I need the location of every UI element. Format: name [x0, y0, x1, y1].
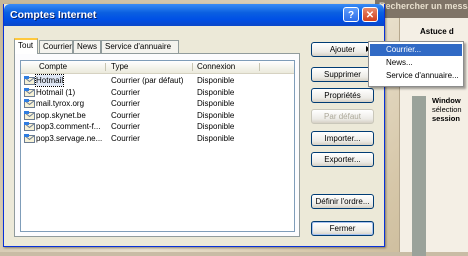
account-connection: Disponible	[197, 110, 235, 120]
import-button[interactable]: Importer...	[311, 131, 374, 146]
internet-accounts-dialog: Comptes Internet ? ✕ Tout Courrier News …	[3, 4, 385, 247]
account-connection: Disponible	[197, 76, 235, 85]
accounts-list[interactable]: Compte Type Connexion Hotmail Courrier (p…	[20, 60, 295, 232]
account-type: Courrier	[111, 110, 140, 120]
account-type: Courrier	[111, 133, 140, 143]
list-header: Compte Type Connexion	[21, 61, 294, 74]
set-order-button[interactable]: Définir l'ordre...	[311, 194, 374, 209]
remove-button[interactable]: Supprimer	[311, 67, 374, 82]
mail-account-icon	[24, 133, 35, 143]
add-button[interactable]: Ajouter	[311, 42, 374, 57]
account-connection: Disponible	[197, 99, 235, 108]
tab-news[interactable]: News	[73, 40, 101, 53]
properties-button[interactable]: Propriétés	[311, 88, 374, 103]
account-type: Courrier	[111, 122, 140, 131]
mail-account-icon	[24, 122, 35, 131]
account-connection: Disponible	[197, 133, 235, 143]
tip-bar	[412, 96, 426, 256]
dialog-title: Comptes Internet	[10, 9, 97, 21]
column-account[interactable]: Compte	[39, 62, 67, 71]
dialog-titlebar[interactable]: Comptes Internet ? ✕	[4, 4, 384, 26]
account-connection: Disponible	[197, 122, 235, 131]
account-name: pop.skynet.be	[36, 110, 86, 120]
account-name: Hotmail (1)	[36, 87, 76, 97]
tab-mail[interactable]: Courrier	[39, 40, 73, 53]
table-row[interactable]: pop3.comment-f... Courrier Disponible	[22, 121, 293, 132]
export-button[interactable]: Exporter...	[311, 152, 374, 167]
mail-account-icon	[24, 87, 35, 97]
account-name: pop3.comment-f...	[36, 122, 101, 131]
tip-text: Window sélection session	[432, 96, 462, 123]
tab-directory-service[interactable]: Service d'annuaire	[101, 40, 179, 53]
table-row[interactable]: mail.tyrox.org Courrier Disponible	[22, 98, 293, 109]
account-type: Courrier	[111, 87, 140, 97]
menu-item-directory-service[interactable]: Service d'annuaire...	[370, 70, 462, 82]
column-connection[interactable]: Connexion	[197, 62, 235, 71]
mail-account-icon	[24, 99, 35, 108]
account-name: mail.tyrox.org	[36, 99, 85, 108]
account-name: pop3.servage.ne...	[36, 133, 103, 143]
table-row[interactable]: Hotmail (1) Courrier Disponible	[22, 87, 293, 98]
close-icon[interactable]: ✕	[362, 7, 378, 22]
menu-item-mail[interactable]: Courrier...	[370, 44, 462, 56]
account-connection: Disponible	[197, 87, 235, 97]
menu-item-news[interactable]: News...	[370, 57, 462, 69]
column-type[interactable]: Type	[111, 62, 128, 71]
account-name: Hotmail	[34, 74, 65, 87]
tip-title: Astuce d	[420, 27, 454, 36]
set-default-button[interactable]: Par défaut	[311, 109, 374, 124]
table-row[interactable]: Hotmail Courrier (par défaut) Disponible	[22, 74, 293, 87]
help-icon[interactable]: ?	[343, 7, 359, 22]
table-row[interactable]: pop.skynet.be Courrier Disponible	[22, 110, 293, 121]
add-dropdown-menu: Courrier... News... Service d'annuaire..…	[368, 41, 464, 87]
account-type: Courrier (par défaut)	[111, 76, 184, 85]
mail-account-icon	[24, 110, 35, 120]
tab-panel: Compte Type Connexion Hotmail Courrier (p…	[14, 53, 300, 237]
table-row[interactable]: pop3.servage.ne... Courrier Disponible	[22, 133, 293, 144]
mail-account-icon	[24, 76, 35, 85]
close-button[interactable]: Fermer	[311, 221, 374, 236]
account-type: Courrier	[111, 99, 140, 108]
tab-all[interactable]: Tout	[14, 38, 38, 54]
background-search-header: Rechercher un messa	[375, 0, 468, 18]
